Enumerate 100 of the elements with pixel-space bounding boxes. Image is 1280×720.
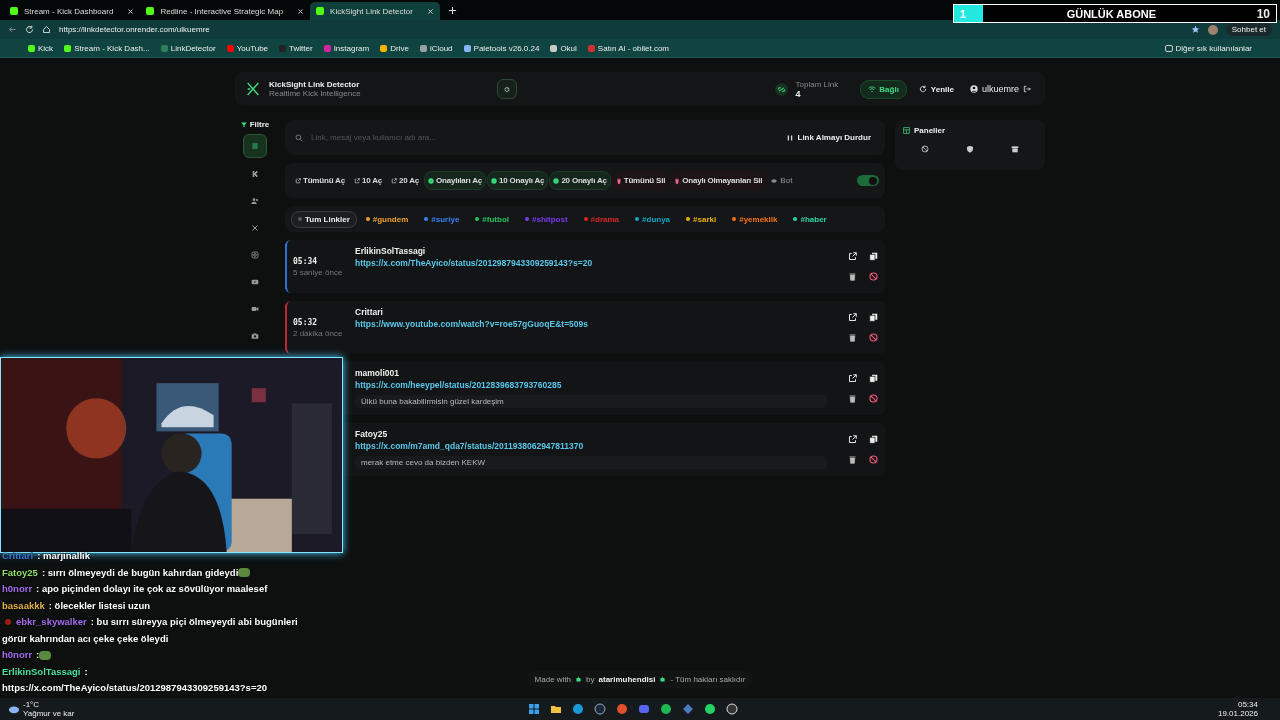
tag-filter[interactable]: #haber bbox=[786, 210, 834, 228]
bookmark-link[interactable]: YouTube bbox=[226, 43, 269, 53]
bookmark-link[interactable]: iCloud bbox=[419, 43, 453, 53]
app-title: KickSight Link Detector bbox=[269, 80, 361, 89]
browser-tab[interactable]: Redline - Interactive Strategic Map bbox=[140, 2, 311, 20]
bookmark-link[interactable]: Stream - Kick Dash... bbox=[64, 43, 150, 53]
open-link-icon[interactable] bbox=[848, 252, 857, 261]
trash-icon[interactable] bbox=[848, 394, 857, 403]
theme-button[interactable] bbox=[497, 79, 517, 99]
open-link-icon[interactable] bbox=[848, 435, 857, 444]
bookmark-link[interactable]: Twitter bbox=[279, 43, 313, 53]
spotify-icon[interactable] bbox=[660, 703, 672, 715]
star-icon[interactable] bbox=[1190, 25, 1200, 34]
action-button[interactable]: 10 Aç bbox=[349, 171, 386, 190]
site-icon bbox=[146, 7, 155, 15]
folder-icon bbox=[1164, 44, 1173, 52]
close-icon[interactable] bbox=[426, 7, 434, 15]
action-button[interactable]: Tümünü Aç bbox=[291, 171, 349, 190]
tag-filter[interactable]: #suriye bbox=[417, 210, 467, 228]
action-button[interactable]: 10 Onaylı Aç bbox=[487, 171, 549, 190]
chat-text: : marjinallik bbox=[37, 550, 90, 561]
action-button[interactable]: Tümünü Sil bbox=[611, 171, 670, 190]
footer-text: Made with bbox=[534, 675, 572, 684]
app-icon[interactable] bbox=[682, 703, 694, 715]
whatsapp-icon[interactable] bbox=[704, 703, 716, 715]
close-icon[interactable] bbox=[297, 7, 305, 15]
filter-list-button[interactable] bbox=[243, 134, 267, 158]
trash-icon[interactable] bbox=[848, 455, 857, 464]
copy-icon[interactable] bbox=[869, 313, 878, 322]
action-button[interactable]: Onaylıları Aç bbox=[424, 171, 487, 190]
profile-avatar[interactable] bbox=[1207, 24, 1218, 35]
bookmark-link[interactable]: Satın Al - obilet.com bbox=[587, 43, 669, 53]
tag-filter[interactable]: #sarki bbox=[679, 210, 724, 228]
link-age: 2 dakika önce bbox=[293, 328, 344, 338]
steam-icon[interactable] bbox=[594, 703, 606, 715]
link-url[interactable]: https://www.youtube.com/watch?v=roe57gGuoqE&t=509s bbox=[355, 319, 848, 329]
trash-icon[interactable] bbox=[848, 272, 857, 281]
tag-filter[interactable]: Tum Linkler bbox=[291, 210, 357, 228]
link-url[interactable]: https://x.com/TheAyico/status/2012987943309259143?s=20 bbox=[355, 258, 848, 268]
connection-status[interactable]: Bağlı bbox=[860, 79, 907, 99]
bookmark-link[interactable]: Instagram bbox=[323, 43, 370, 53]
open-link-icon[interactable] bbox=[848, 374, 857, 383]
copy-icon[interactable] bbox=[869, 435, 878, 444]
tag-filter[interactable]: #gundem bbox=[358, 210, 416, 228]
browser-tab[interactable]: Stream - Kick Dashboard bbox=[4, 2, 141, 20]
tag-filter[interactable]: #dunya bbox=[628, 210, 678, 228]
bookmark-link[interactable]: LinkDetector bbox=[160, 43, 216, 53]
block-icon[interactable] bbox=[921, 145, 930, 153]
action-button[interactable]: Onaylı Olmayanları Sil bbox=[670, 171, 767, 190]
copy-icon[interactable] bbox=[869, 252, 878, 261]
user-button[interactable]: ulkuemre bbox=[966, 84, 1035, 94]
filter-label: Filtre bbox=[249, 120, 270, 129]
bookmark-link[interactable]: Kick bbox=[28, 43, 54, 53]
robot-icon bbox=[575, 676, 583, 683]
copy-icon[interactable] bbox=[869, 374, 878, 383]
chat-button[interactable]: Sohbet et bbox=[1225, 23, 1272, 36]
browser-icon[interactable] bbox=[572, 703, 584, 715]
browser-tab[interactable]: KickSight Link Detector bbox=[310, 2, 440, 20]
folder-icon[interactable] bbox=[550, 703, 562, 715]
trash-icon bbox=[674, 177, 681, 184]
reload-icon[interactable] bbox=[25, 25, 34, 34]
search-icon bbox=[295, 133, 303, 142]
home-icon[interactable] bbox=[42, 25, 51, 34]
open-link-icon[interactable] bbox=[848, 313, 857, 322]
refresh-button[interactable]: Yenile bbox=[914, 84, 958, 94]
trash-icon[interactable] bbox=[848, 333, 857, 342]
tag-filter[interactable]: #drama bbox=[576, 210, 627, 228]
block-icon[interactable] bbox=[869, 394, 878, 403]
action-button[interactable]: 20 Aç bbox=[386, 171, 424, 190]
logout-icon[interactable] bbox=[1023, 85, 1031, 93]
bot-label: Bot bbox=[780, 176, 793, 185]
new-tab-icon[interactable] bbox=[447, 6, 457, 15]
link-author: Crittari bbox=[355, 307, 384, 317]
app-icon[interactable] bbox=[616, 703, 628, 715]
tag-filter[interactable]: #futbol bbox=[468, 210, 516, 228]
obs-icon[interactable] bbox=[726, 703, 738, 715]
video-icon bbox=[251, 305, 259, 313]
link-icon bbox=[774, 82, 788, 96]
block-icon[interactable] bbox=[869, 455, 878, 464]
archive-icon[interactable] bbox=[1010, 145, 1019, 153]
link-url[interactable]: https://x.com/heeypel/status/2012839683793760285 bbox=[355, 380, 848, 390]
action-button[interactable]: 20 Onaylı Aç bbox=[549, 171, 611, 190]
bookmark-folder[interactable]: Diğer sık kullanılanlar bbox=[1164, 43, 1252, 53]
pause-icon bbox=[785, 133, 794, 142]
address-field[interactable]: https://linkdetector.onrender.com/ulkuemre bbox=[59, 25, 1183, 34]
link-author: mamoli001 bbox=[355, 368, 400, 378]
bookmark-link[interactable]: Paletools v26.0.24 bbox=[463, 43, 540, 53]
discord-icon[interactable] bbox=[638, 703, 650, 715]
windows-icon[interactable] bbox=[528, 703, 540, 715]
bookmark-link[interactable]: Okul bbox=[550, 43, 577, 53]
bookmark-link[interactable]: Drive bbox=[380, 43, 409, 53]
bot-toggle[interactable] bbox=[857, 175, 879, 186]
block-icon[interactable] bbox=[869, 333, 878, 342]
close-icon[interactable] bbox=[127, 7, 135, 15]
back-icon[interactable] bbox=[8, 25, 17, 34]
block-icon[interactable] bbox=[869, 272, 878, 281]
tag-filter[interactable]: #yemeklik bbox=[725, 210, 785, 228]
shield-icon[interactable] bbox=[966, 145, 974, 153]
pause-button[interactable]: Link Almayı Durdur bbox=[781, 133, 875, 142]
link-url[interactable]: https://x.com/m7amd_qda7/status/2011938062947811370 bbox=[355, 441, 848, 451]
